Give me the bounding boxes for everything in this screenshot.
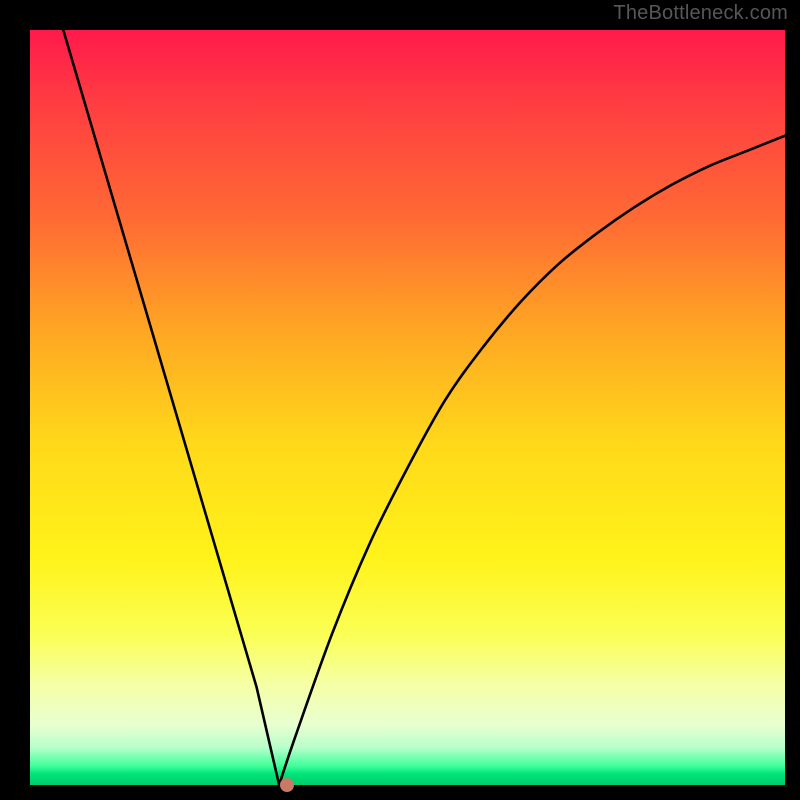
attribution-text: TheBottleneck.com: [613, 2, 788, 25]
curve-svg: [30, 30, 785, 785]
plot-area: [30, 30, 785, 785]
bottleneck-curve: [30, 30, 785, 785]
chart-frame: TheBottleneck.com: [0, 0, 800, 800]
minimum-marker: [280, 778, 294, 792]
